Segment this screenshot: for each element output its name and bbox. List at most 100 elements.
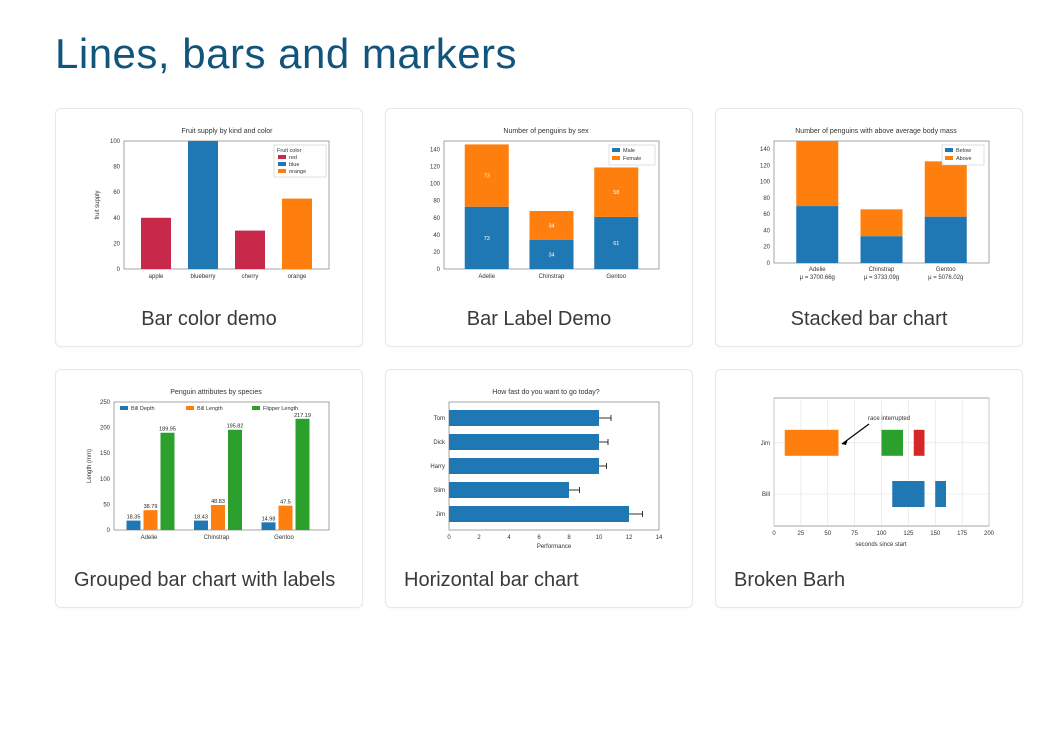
svg-text:100: 100 [100, 477, 111, 483]
svg-text:189.95: 189.95 [159, 427, 176, 433]
chart-title: Number of penguins by sex [503, 128, 589, 135]
svg-text:140: 140 [430, 148, 441, 154]
y-axis-label: Length (mm) [87, 449, 93, 483]
svg-text:Adelie: Adelie [141, 535, 158, 541]
svg-text:Tom: Tom [434, 416, 445, 422]
svg-text:Jim: Jim [436, 512, 445, 518]
svg-text:150: 150 [100, 451, 111, 457]
svg-text:Gentoo: Gentoo [274, 535, 294, 541]
svg-text:100: 100 [760, 180, 771, 186]
svg-text:blue: blue [289, 162, 299, 168]
svg-text:2: 2 [477, 535, 481, 541]
svg-text:60: 60 [433, 216, 440, 222]
svg-text:48.83: 48.83 [211, 499, 225, 505]
svg-text:Adelie: Adelie [478, 274, 495, 280]
chart-bar-label-demo: Number of penguins by sex 02040608010012… [409, 123, 669, 293]
chart-title: Number of penguins with above average bo… [795, 128, 957, 135]
svg-text:0: 0 [107, 528, 111, 534]
svg-text:Above: Above [956, 156, 972, 162]
svg-text:red: red [289, 155, 297, 161]
svg-text:blueberry: blueberry [190, 274, 215, 280]
svg-text:60: 60 [113, 190, 120, 196]
svg-text:100: 100 [110, 139, 121, 145]
svg-text:40: 40 [763, 228, 770, 234]
chart-title: Penguin attributes by species [170, 389, 262, 396]
card-grouped-bar[interactable]: Penguin attributes by species 0 50 100 150 2… [55, 369, 363, 608]
svg-text:Flipper Length: Flipper Length [263, 406, 298, 412]
svg-text:Harry: Harry [430, 464, 445, 470]
svg-text:μ = 3700.66g: μ = 3700.66g [800, 275, 835, 281]
svg-text:μ = 5076.02g: μ = 5076.02g [928, 275, 963, 281]
svg-text:75: 75 [851, 531, 858, 537]
chart-horizontal-bar: How fast do you want to go today? Tom Dic… [409, 384, 669, 554]
card-horizontal-bar[interactable]: How fast do you want to go today? Tom Dic… [385, 369, 693, 608]
svg-text:Adelie: Adelie [809, 267, 826, 273]
svg-text:38.79: 38.79 [144, 504, 158, 510]
svg-text:217.19: 217.19 [294, 413, 311, 419]
svg-text:8: 8 [567, 535, 571, 541]
card-caption: Broken Barh [734, 566, 1004, 595]
card-caption: Horizontal bar chart [404, 566, 674, 595]
svg-text:Gentoo: Gentoo [936, 267, 956, 273]
svg-text:12: 12 [626, 535, 633, 541]
svg-text:Gentoo: Gentoo [606, 274, 626, 280]
svg-text:10: 10 [596, 535, 603, 541]
svg-text:150: 150 [930, 531, 941, 537]
card-bar-label-demo[interactable]: Number of penguins by sex 02040608010012… [385, 108, 693, 347]
svg-text:Chinstrap: Chinstrap [204, 535, 230, 541]
svg-text:50: 50 [103, 502, 110, 508]
annotation-arrowhead [842, 439, 848, 445]
svg-text:25: 25 [798, 531, 805, 537]
svg-text:58: 58 [613, 190, 619, 196]
svg-text:14.98: 14.98 [262, 516, 276, 522]
card-caption: Bar Label Demo [404, 305, 674, 334]
chart-title: How fast do you want to go today? [492, 389, 600, 396]
card-bar-color-demo[interactable]: Fruit supply by kind and color 020406080… [55, 108, 363, 347]
svg-text:6: 6 [537, 535, 541, 541]
card-stacked-bar[interactable]: Number of penguins with above average bo… [715, 108, 1023, 347]
legend-title: Fruit color [277, 148, 302, 154]
svg-text:60: 60 [763, 212, 770, 218]
svg-text:apple: apple [149, 274, 164, 280]
svg-text:40: 40 [113, 216, 120, 222]
svg-text:Bill Length: Bill Length [197, 406, 223, 412]
svg-text:200: 200 [100, 426, 111, 432]
svg-text:47.5: 47.5 [280, 500, 291, 506]
svg-text:50: 50 [824, 531, 831, 537]
chart-bar-color-demo: Fruit supply by kind and color 020406080… [79, 123, 339, 293]
svg-text:195.82: 195.82 [227, 424, 244, 430]
svg-text:4: 4 [507, 535, 511, 541]
svg-text:cherry: cherry [242, 274, 259, 280]
svg-text:Bill Depth: Bill Depth [131, 406, 155, 412]
chart-title: Fruit supply by kind and color [181, 128, 273, 135]
section-heading: Lines, bars and markers [55, 30, 1008, 78]
svg-text:80: 80 [433, 199, 440, 205]
svg-text:200: 200 [984, 531, 995, 537]
annotation-text: race interrupted [868, 416, 910, 422]
svg-text:0: 0 [772, 531, 776, 537]
svg-text:34: 34 [548, 252, 554, 258]
svg-text:μ = 3733.09g: μ = 3733.09g [864, 275, 899, 281]
svg-text:Jim: Jim [761, 441, 770, 447]
chart-broken-barh: BillJim 0255075100125150175200 race inte… [739, 384, 999, 554]
svg-text:Chinstrap: Chinstrap [539, 274, 565, 280]
svg-text:0: 0 [447, 535, 451, 541]
svg-text:Bill: Bill [762, 492, 770, 498]
chart-stacked-bar: Number of penguins with above average bo… [739, 123, 999, 293]
card-caption: Bar color demo [74, 305, 344, 334]
y-axis-label: fruit supply [95, 190, 101, 219]
svg-text:Dick: Dick [433, 440, 446, 446]
svg-text:18.43: 18.43 [194, 515, 208, 521]
card-caption: Stacked bar chart [734, 305, 1004, 334]
svg-text:73: 73 [484, 174, 490, 180]
svg-text:20: 20 [763, 245, 770, 251]
svg-text:0: 0 [437, 267, 441, 273]
svg-text:0: 0 [767, 261, 771, 267]
x-axis-label: seconds since start [855, 542, 907, 548]
svg-text:14: 14 [656, 535, 663, 541]
svg-text:orange: orange [289, 169, 306, 175]
svg-text:175: 175 [957, 531, 968, 537]
svg-text:40: 40 [433, 233, 440, 239]
svg-text:Male: Male [623, 148, 635, 154]
card-broken-barh[interactable]: BillJim 0255075100125150175200 race inte… [715, 369, 1023, 608]
